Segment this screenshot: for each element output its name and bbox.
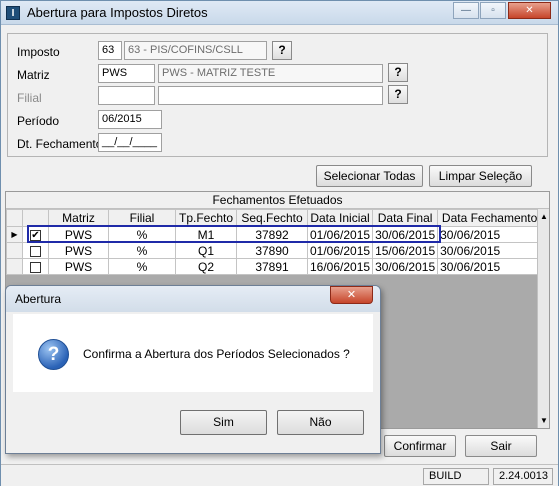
row-indicator-header	[6, 209, 23, 227]
current-row-icon: ▶	[6, 226, 23, 243]
col-header-filial[interactable]: Filial	[108, 209, 176, 227]
checkbox-checked[interactable]: ✔	[30, 229, 41, 241]
matriz-label: Matriz	[17, 68, 50, 82]
imposto-desc-field: 63 - PIS/COFINS/CSLL	[124, 41, 267, 60]
scroll-up-icon[interactable]: ▲	[538, 210, 549, 223]
cell-matriz: PWS	[48, 226, 109, 243]
cell-matriz: PWS	[48, 258, 109, 275]
cell-data-final: 15/06/2015	[372, 242, 439, 259]
dialog-title: Abertura	[15, 292, 62, 306]
dt-fechamento-field[interactable]: __/__/____	[98, 133, 162, 152]
window-title: Abertura para Impostos Diretos	[27, 5, 208, 20]
matriz-lookup-button[interactable]: ?	[388, 63, 408, 82]
filter-panel: Imposto 63 63 - PIS/COFINS/CSLL ? Matriz…	[7, 33, 548, 157]
row-checkbox[interactable]	[22, 258, 49, 275]
title-bar[interactable]: I Abertura para Impostos Diretos — ▫ ✕	[1, 1, 558, 25]
cell-data-fechamento: 30/06/2015	[437, 226, 543, 243]
dialog-title-bar[interactable]: Abertura ✕	[6, 286, 380, 312]
minimize-button[interactable]: —	[453, 2, 479, 19]
cell-data-fechamento: 30/06/2015	[437, 258, 543, 275]
fechamentos-table: Matriz Filial Tp.Fechto Seq.Fechto Data …	[6, 209, 543, 275]
imposto-label: Imposto	[17, 45, 60, 59]
grid-vertical-scrollbar[interactable]: ▲ ▼	[537, 209, 549, 428]
cell-filial: %	[108, 242, 176, 259]
check-header	[22, 209, 49, 227]
cell-data-fechamento: 30/06/2015	[437, 242, 543, 259]
dialog-close-button[interactable]: ✕	[330, 286, 373, 304]
question-icon: ?	[38, 339, 69, 370]
col-header-tp-fechto[interactable]: Tp.Fechto	[175, 209, 237, 227]
sair-button[interactable]: Sair	[465, 435, 537, 457]
cell-filial: %	[108, 258, 176, 275]
cell-filial: %	[108, 226, 176, 243]
filial-code-field[interactable]	[98, 86, 155, 105]
table-row[interactable]: PWS % Q1 37890 01/06/2015 15/06/2015 30/…	[6, 242, 543, 259]
col-header-data-final[interactable]: Data Final	[372, 209, 439, 227]
row-checkbox[interactable]: ✔	[22, 226, 49, 243]
checkbox-unchecked[interactable]	[30, 245, 41, 257]
sim-button[interactable]: Sim	[180, 410, 267, 435]
cell-tp-fechto: Q1	[175, 242, 237, 259]
build-label: BUILD	[423, 468, 489, 485]
maximize-button[interactable]: ▫	[480, 2, 506, 19]
cell-tp-fechto: M1	[175, 226, 237, 243]
table-row[interactable]: ▶ ✔ PWS % M1 37892 01/06/2015 30/06/2015…	[6, 226, 543, 243]
dialog-message: Confirma a Abertura dos Períodos Selecio…	[83, 347, 350, 361]
col-header-data-fechamento[interactable]: Data Fechamento	[437, 209, 543, 227]
cell-tp-fechto: Q2	[175, 258, 237, 275]
row-indicator	[6, 258, 23, 275]
status-bar: BUILD 2.24.0013	[1, 464, 558, 486]
periodo-label: Período	[17, 114, 60, 128]
cell-seq-fechto: 37891	[236, 258, 308, 275]
matriz-desc-field: PWS - MATRIZ TESTE	[158, 64, 383, 83]
close-button[interactable]: ✕	[508, 2, 551, 19]
cell-data-inicial: 01/06/2015	[306, 226, 374, 243]
cell-seq-fechto: 37890	[236, 242, 308, 259]
table-row[interactable]: PWS % Q2 37891 16/06/2015 30/06/2015 30/…	[6, 258, 543, 275]
cell-data-final: 30/06/2015	[372, 226, 439, 243]
scroll-down-icon[interactable]: ▼	[538, 414, 549, 427]
limpar-selecao-button[interactable]: Limpar Seleção	[429, 165, 532, 187]
cell-data-inicial: 01/06/2015	[306, 242, 374, 259]
periodo-field[interactable]: 06/2015	[98, 110, 162, 129]
row-indicator	[6, 242, 23, 259]
filial-label: Filial	[17, 91, 42, 105]
col-header-matriz[interactable]: Matriz	[48, 209, 109, 227]
row-checkbox[interactable]	[22, 242, 49, 259]
imposto-lookup-button[interactable]: ?	[272, 41, 292, 60]
confirmar-button[interactable]: Confirmar	[384, 435, 456, 457]
col-header-seq-fechto[interactable]: Seq.Fechto	[236, 209, 308, 227]
cell-matriz: PWS	[48, 242, 109, 259]
col-header-data-inicial[interactable]: Data Inicial	[306, 209, 374, 227]
cell-seq-fechto: 37892	[236, 226, 308, 243]
grid-caption: Fechamentos Efetuados	[6, 192, 549, 209]
matriz-code-field[interactable]: PWS	[98, 64, 155, 83]
grid-header-row: Matriz Filial Tp.Fechto Seq.Fechto Data …	[6, 209, 543, 227]
selecionar-todas-button[interactable]: Selecionar Todas	[316, 165, 423, 187]
dt-fechamento-label: Dt. Fechamento	[17, 137, 103, 151]
dialog-body: ? Confirma a Abertura dos Períodos Selec…	[13, 314, 373, 392]
filial-lookup-button[interactable]: ?	[388, 85, 408, 104]
checkbox-unchecked[interactable]	[30, 261, 41, 273]
cell-data-final: 30/06/2015	[372, 258, 439, 275]
app-icon: I	[6, 6, 20, 20]
nao-button[interactable]: Não	[277, 410, 364, 435]
version-text: 2.24.0013	[493, 468, 553, 485]
imposto-code-field[interactable]: 63	[98, 41, 122, 60]
confirm-dialog: Abertura ✕ ? Confirma a Abertura dos Per…	[5, 285, 381, 454]
cell-data-inicial: 16/06/2015	[306, 258, 374, 275]
filial-desc-field	[158, 86, 383, 105]
